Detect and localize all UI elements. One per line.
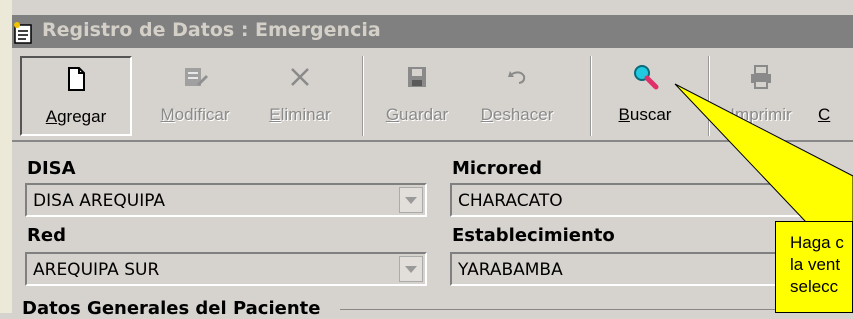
chevron-down-icon [824, 197, 836, 204]
disa-value: DISA AREQUIPA [33, 191, 166, 211]
callout-line: selecc [790, 277, 839, 296]
toolbar-separator [590, 56, 592, 136]
printer-icon [751, 65, 771, 89]
callout-line: la vent [790, 255, 841, 274]
microred-combobox[interactable]: CHARACATO [450, 183, 853, 217]
toolbar: Agregar Modificar Eliminar Guardar Desha… [12, 48, 853, 142]
undo-icon [508, 71, 526, 84]
delete-x-icon [291, 68, 309, 86]
disa-combobox[interactable]: DISA AREQUIPA [25, 183, 427, 217]
eliminar-label: Eliminar [269, 105, 331, 124]
deshacer-button[interactable]: Deshacer [462, 56, 572, 136]
datos-paciente-group-title: Datos Generales del Paciente [22, 298, 321, 319]
help-callout: Haga c la vent selecc [775, 221, 853, 313]
red-combobox[interactable]: AREQUIPA SUR [25, 252, 427, 286]
callout-text: Haga c la vent selecc [790, 232, 844, 298]
new-document-icon [68, 67, 85, 91]
window-title-bar[interactable]: Registro de Datos : Emergencia [12, 15, 853, 48]
establecimiento-label: Establecimiento [452, 225, 615, 246]
red-label: Red [27, 225, 66, 246]
agregar-label: Agregar [45, 107, 107, 126]
imprimir-button[interactable]: Imprimir [716, 56, 806, 136]
microred-value: CHARACATO [458, 191, 563, 211]
establecimiento-value: YARABAMBA [458, 260, 563, 280]
imprimir-label: Imprimir [730, 105, 792, 124]
chevron-down-icon [405, 266, 417, 273]
microred-dropdown-button[interactable] [818, 187, 842, 213]
disa-dropdown-button[interactable] [399, 187, 423, 213]
cerrar-label: C [818, 105, 831, 124]
left-edge-strip [0, 0, 12, 313]
window-title: Registro de Datos : Emergencia [42, 19, 381, 41]
buscar-label: Buscar [618, 105, 672, 124]
group-frame-line [340, 309, 840, 310]
callout-line: Haga c [790, 233, 844, 252]
modificar-label: Modificar [160, 105, 230, 124]
red-value: AREQUIPA SUR [33, 260, 160, 280]
guardar-button[interactable]: Guardar [372, 56, 462, 136]
modificar-button[interactable]: Modificar [140, 56, 250, 136]
microred-label: Microred [452, 158, 542, 179]
toolbar-separator [708, 56, 710, 136]
chevron-down-icon [405, 197, 417, 204]
red-dropdown-button[interactable] [399, 256, 423, 282]
eliminar-button[interactable]: Eliminar [250, 56, 350, 136]
buscar-button[interactable]: Buscar [600, 56, 690, 136]
deshacer-label: Deshacer [480, 105, 554, 124]
guardar-label: Guardar [385, 105, 449, 124]
cerrar-button[interactable]: C [818, 56, 853, 136]
floppy-disk-icon [408, 67, 426, 87]
agregar-button[interactable]: Agregar [20, 56, 132, 136]
form-window-icon [14, 22, 32, 44]
magnifier-icon [634, 65, 659, 90]
toolbar-separator [362, 56, 364, 136]
disa-label: DISA [27, 158, 76, 179]
edit-icon [185, 68, 208, 86]
